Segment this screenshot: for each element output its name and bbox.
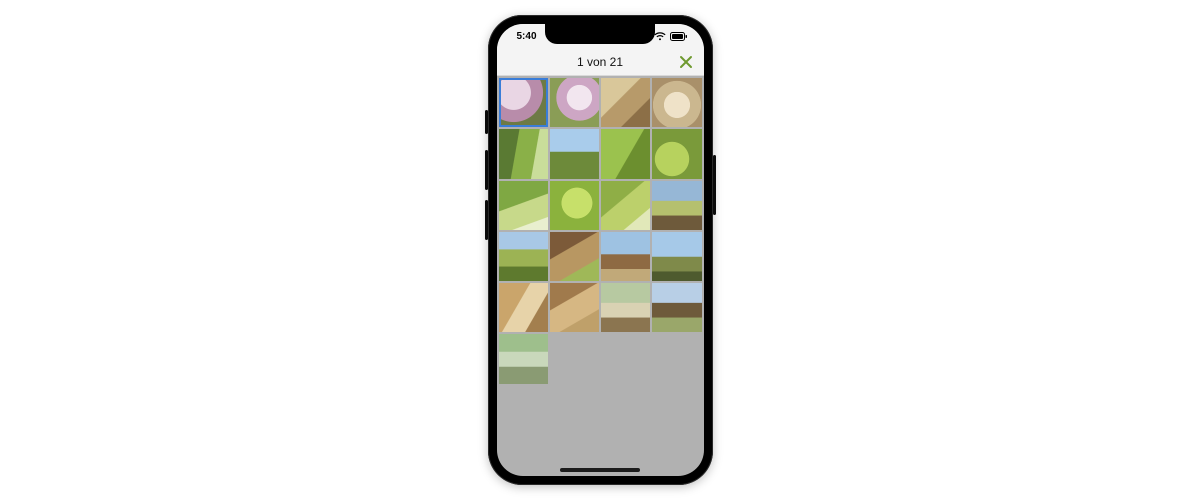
notch xyxy=(545,24,655,44)
mute-switch xyxy=(485,110,488,134)
thumb-8[interactable] xyxy=(652,129,701,178)
thumb-18[interactable] xyxy=(550,283,599,332)
status-time: 5:40 xyxy=(511,31,537,42)
volume-down-btn xyxy=(485,200,488,240)
thumb-2[interactable] xyxy=(550,78,599,127)
page-title: 1 von 21 xyxy=(577,55,623,69)
thumb-7[interactable] xyxy=(601,129,650,178)
home-indicator xyxy=(560,468,640,472)
thumb-17[interactable] xyxy=(499,283,548,332)
stage: 5:40 1 von 21 xyxy=(0,0,1200,500)
phone-frame: 5:40 1 von 21 xyxy=(488,15,713,485)
thumb-1[interactable] xyxy=(499,78,548,127)
thumb-10[interactable] xyxy=(550,181,599,230)
thumb-12[interactable] xyxy=(652,181,701,230)
close-button[interactable] xyxy=(676,52,696,72)
thumb-11[interactable] xyxy=(601,181,650,230)
thumb-16[interactable] xyxy=(652,232,701,281)
status-right xyxy=(654,32,690,41)
thumb-14[interactable] xyxy=(550,232,599,281)
battery-icon xyxy=(670,32,688,41)
thumb-6[interactable] xyxy=(550,129,599,178)
thumb-20[interactable] xyxy=(652,283,701,332)
gallery-grid xyxy=(499,78,702,384)
thumb-3[interactable] xyxy=(601,78,650,127)
power-btn xyxy=(713,155,716,215)
gallery-header: 1 von 21 xyxy=(497,48,704,76)
thumb-21[interactable] xyxy=(499,334,548,383)
thumb-9[interactable] xyxy=(499,181,548,230)
screen: 5:40 1 von 21 xyxy=(497,24,704,476)
thumb-5[interactable] xyxy=(499,129,548,178)
thumb-4[interactable] xyxy=(652,78,701,127)
volume-up-btn xyxy=(485,150,488,190)
gallery-grid-area xyxy=(497,76,704,476)
close-icon xyxy=(679,55,693,69)
wifi-icon xyxy=(654,32,666,41)
thumb-13[interactable] xyxy=(499,232,548,281)
thumb-19[interactable] xyxy=(601,283,650,332)
thumb-15[interactable] xyxy=(601,232,650,281)
